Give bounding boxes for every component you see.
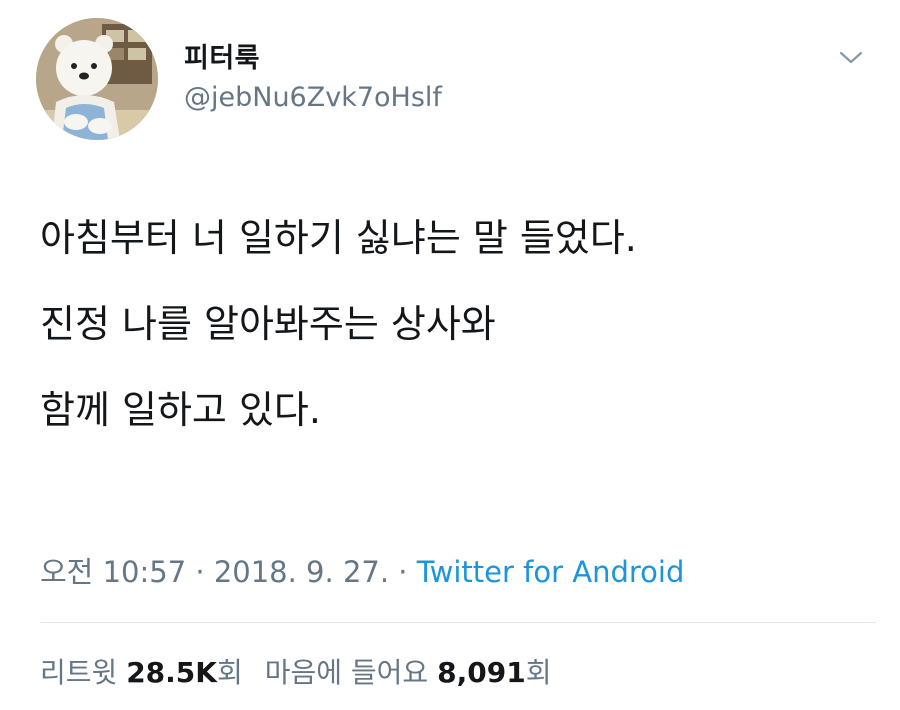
like-count: 8,091 — [437, 656, 526, 689]
tweet-card: 피터룩 @jebNu6Zvk7oHslf 아침부터 너 일하기 싫냐는 말 들었… — [0, 0, 900, 710]
user-avatar[interactable] — [36, 18, 158, 140]
like-label: 마음에 들어요 — [264, 656, 429, 689]
tweet-text-line: 진정 나를 알아봐주는 상사와 — [40, 302, 496, 346]
retweet-count: 28.5K — [126, 656, 217, 689]
retweet-label: 리트윗 — [40, 656, 118, 689]
polar-bear-avatar-icon — [36, 18, 158, 140]
tweet-text-line: 아침부터 너 일하기 싫냐는 말 들었다. — [40, 216, 637, 260]
tweet-text: 아침부터 너 일하기 싫냐는 말 들었다. 진정 나를 알아봐주는 상사와 함께… — [40, 195, 870, 453]
like-stat[interactable]: 마음에 들어요 8,091회 — [265, 656, 552, 689]
display-name[interactable]: 피터룩 — [184, 36, 260, 75]
user-handle[interactable]: @jebNu6Zvk7oHslf — [184, 82, 442, 113]
like-unit: 회 — [525, 656, 552, 689]
retweet-stat[interactable]: 리트윗 28.5K회 — [40, 656, 243, 689]
chevron-down-icon[interactable] — [838, 48, 864, 68]
tweet-stats: 리트윗 28.5K회 마음에 들어요 8,091회 — [40, 651, 551, 691]
tweet-meta: 오전 10:57 · 2018. 9. 27. · Twitter for An… — [40, 549, 684, 591]
retweet-unit: 회 — [216, 656, 243, 689]
tweet-date[interactable]: 2018. 9. 27. — [214, 555, 389, 589]
tweet-text-line: 함께 일하고 있다. — [40, 388, 321, 432]
tweet-time[interactable]: 오전 10:57 — [40, 555, 186, 589]
divider — [40, 622, 876, 623]
meta-separator: · — [186, 555, 214, 589]
meta-separator: · — [389, 555, 417, 589]
tweet-source-link[interactable]: Twitter for Android — [417, 555, 685, 589]
